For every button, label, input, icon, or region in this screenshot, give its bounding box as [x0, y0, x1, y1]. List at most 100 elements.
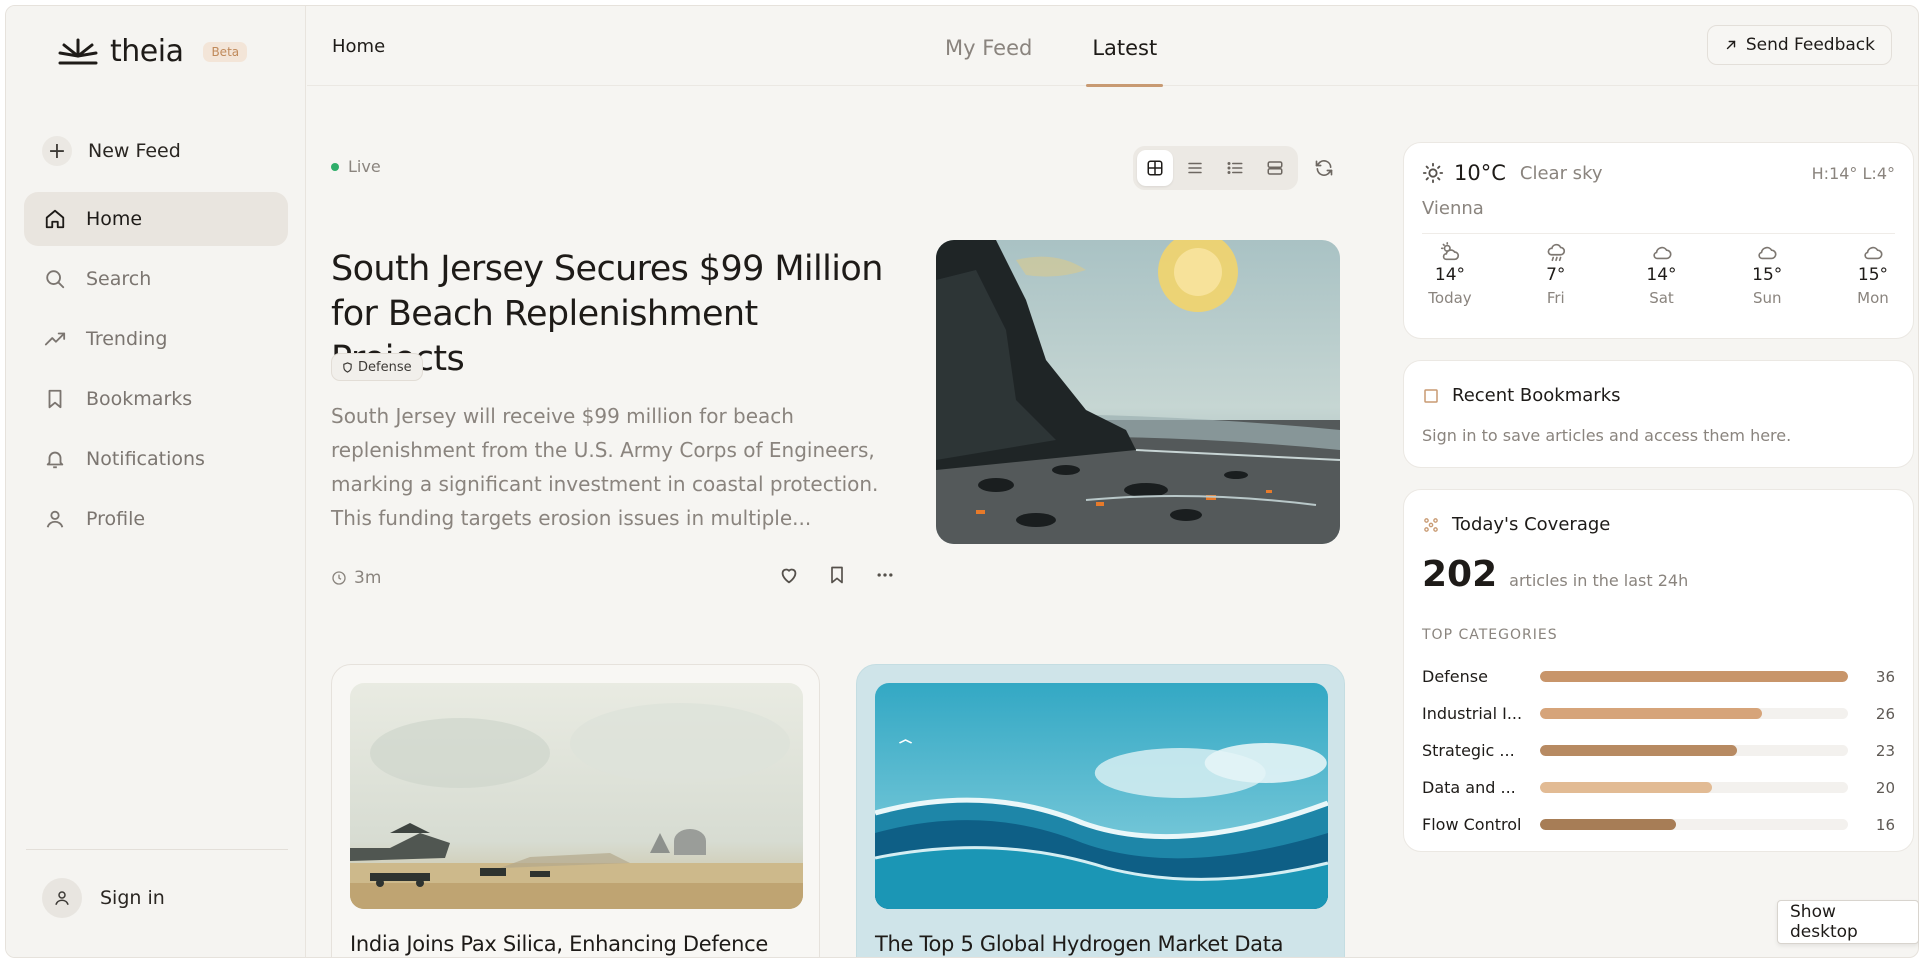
more-horizontal-icon [877, 573, 893, 577]
forecast-day: 15° Sun [1739, 241, 1795, 307]
live-dot [331, 162, 339, 171]
sun-cloud-icon [1440, 242, 1460, 261]
card-view-button[interactable] [1257, 150, 1293, 186]
sidebar-item-home[interactable]: Home [24, 192, 288, 246]
tab-latest[interactable]: Latest [1086, 6, 1164, 87]
theia-logo-icon [58, 38, 98, 64]
bookmark-icon [831, 566, 843, 584]
forecast-temp: 7° [1546, 265, 1566, 285]
category-count: 20 [1875, 778, 1895, 797]
category-row[interactable]: Defense 36 [1422, 658, 1895, 695]
tab-my-feed[interactable]: My Feed [939, 6, 1038, 86]
category-tag[interactable]: Defense [331, 353, 423, 381]
category-row[interactable]: Flow Control 16 [1422, 806, 1895, 843]
arrow-up-right-icon [1726, 40, 1736, 50]
avatar [42, 878, 82, 918]
weather-condition: Clear sky [1519, 162, 1603, 184]
article-card-title: The Top 5 Global Hydrogen Market Data Pr… [875, 932, 1284, 956]
hero-article-description: South Jersey will receive $99 million fo… [331, 404, 879, 530]
category-bar-track [1540, 671, 1848, 682]
category-row[interactable]: Data and ... 20 [1422, 769, 1895, 806]
category-row[interactable]: Industrial I... 26 [1422, 695, 1895, 732]
article-card[interactable]: The Top 5 Global Hydrogen Market Data Pr… [856, 664, 1345, 957]
forecast-day: 7° Fri [1528, 241, 1584, 307]
coverage-count-value: 202 [1422, 554, 1498, 595]
sidebar-item-label: Profile [86, 508, 146, 530]
forecast-temp: 14° [1434, 265, 1466, 285]
main-feed: Live South Jersey Secures $99 Million fo… [307, 87, 1377, 957]
sign-in-button[interactable]: Sign in [42, 878, 165, 918]
forecast-day-name: Mon [1857, 289, 1889, 307]
forecast-day-name: Sun [1752, 289, 1782, 307]
forecast-temp: 15° [1752, 265, 1783, 285]
sidebar-item-label: Bookmarks [86, 388, 193, 410]
recent-bookmarks-widget: Recent Bookmarks Sign in to save article… [1403, 360, 1914, 468]
forecast-temp: 14° [1646, 265, 1677, 285]
sidebar-item-notifications[interactable]: Notifications [24, 432, 288, 486]
view-mode-switcher [1133, 146, 1298, 190]
coverage-header: Today's Coverage [1422, 514, 1610, 535]
sidebar-item-profile[interactable]: Profile [24, 492, 288, 546]
category-bar-fill [1540, 671, 1848, 682]
beta-badge: Beta [203, 41, 248, 62]
sidebar-divider [26, 849, 288, 850]
cloud-icon [1864, 246, 1883, 260]
sidebar-item-label: Search [86, 268, 152, 290]
weather-widget: 10°C Clear sky H:14° L:4° Vienna 14° Tod… [1403, 142, 1914, 339]
forecast-day-name: Sat [1649, 289, 1674, 307]
sidebar-item-trending[interactable]: Trending [24, 312, 288, 366]
more-options-button[interactable] [871, 561, 899, 589]
heart-icon [781, 568, 797, 584]
article-card[interactable]: India Joins Pax Silica, Enhancing Defenc… [331, 664, 820, 957]
app-window: theia Beta + New Feed Home Search Trendi… [5, 5, 1919, 958]
rain-icon [1547, 243, 1565, 262]
article-card-image [350, 683, 803, 909]
live-indicator: Live [331, 157, 381, 176]
category-count: 23 [1875, 741, 1895, 760]
sidebar-item-bookmarks[interactable]: Bookmarks [24, 372, 288, 426]
new-feed-button[interactable]: + New Feed [42, 136, 181, 166]
coverage-count: 202 articles in the last 24h [1422, 554, 1688, 595]
logo[interactable]: theia Beta [56, 34, 248, 69]
article-card-title: India Joins Pax Silica, Enhancing Defenc… [350, 932, 768, 956]
hero-article-image[interactable] [936, 240, 1340, 544]
top-header: Home My Feed Latest Send Feedback [307, 6, 1918, 87]
divider [1422, 233, 1895, 234]
show-desktop-button[interactable]: Show desktop [1777, 900, 1919, 944]
clock-icon [332, 571, 346, 585]
send-feedback-button[interactable]: Send Feedback [1706, 25, 1892, 65]
rows-icon [1267, 161, 1283, 175]
category-name: Data and ... [1422, 778, 1516, 797]
bookmark-button[interactable] [823, 561, 851, 589]
weather-temperature: 10°C [1454, 161, 1506, 185]
hero-actions [775, 561, 899, 589]
like-button[interactable] [775, 561, 803, 589]
list-icon [1188, 162, 1202, 174]
sidebar-item-search[interactable]: Search [24, 252, 288, 306]
feed-tabs: My Feed Latest [939, 6, 1164, 87]
forecast-day: 15° Mon [1845, 241, 1901, 307]
grid-view-button[interactable] [1137, 150, 1173, 186]
article-card-image [875, 683, 1328, 909]
forecast-temp: 15° [1857, 265, 1889, 285]
coastal-cliff-illustration [936, 240, 1340, 544]
category-name: Flow Control [1422, 815, 1522, 834]
top-categories-label: TOP CATEGORIES [1422, 627, 1558, 643]
category-name: Industrial I... [1422, 704, 1523, 723]
forecast-day-name: Fri [1546, 289, 1565, 307]
refresh-icon [1315, 159, 1333, 177]
compact-view-button[interactable] [1217, 150, 1253, 186]
top-categories-list: Defense 36 Industrial I... 26 Strategic … [1422, 658, 1895, 843]
category-row[interactable]: Strategic ... 23 [1422, 732, 1895, 769]
refresh-button[interactable] [1309, 153, 1339, 183]
category-bar-fill [1540, 745, 1738, 756]
category-count: 26 [1875, 704, 1895, 723]
category-count: 36 [1875, 667, 1895, 686]
read-time: 3m [331, 568, 381, 588]
dots-grid-icon [1424, 517, 1438, 532]
weather-city: Vienna [1422, 198, 1484, 219]
list-view-button[interactable] [1177, 150, 1213, 186]
category-bar-track [1540, 782, 1848, 793]
weather-forecast: 14° Today 7° Fri 14° Sat 15° Sun 15° Mon [1422, 241, 1901, 307]
user-icon [46, 510, 64, 528]
